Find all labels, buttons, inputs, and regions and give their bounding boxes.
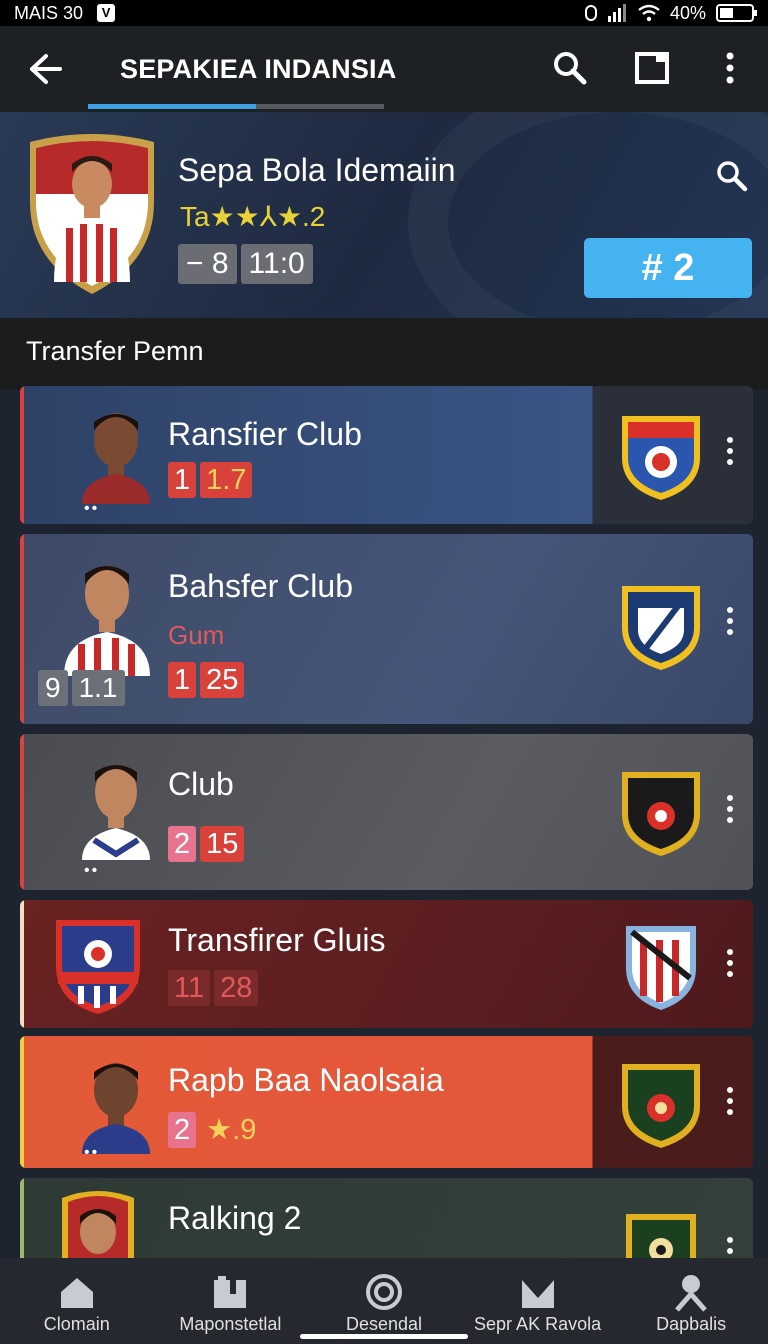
player-avatar (64, 566, 150, 676)
level-badge: 1.1 (71, 670, 125, 706)
row-title: Ralking 2 (168, 1200, 302, 1236)
nav-item-target[interactable]: Desendal (307, 1258, 461, 1344)
signal-icon (607, 4, 626, 22)
more-vert-icon[interactable] (725, 948, 735, 978)
more-vert-icon[interactable] (725, 794, 735, 824)
nav-label: Maponstetlal (179, 1314, 282, 1334)
chart-icon (521, 1280, 554, 1308)
search-icon[interactable] (712, 156, 752, 196)
club-crest-avatar (56, 920, 140, 1014)
level-badge: 9 (38, 670, 68, 706)
row-title: Rapb Baa Naolsaia (168, 1062, 444, 1098)
stat-badge: − 8 (178, 244, 237, 284)
row-title: Ransfier Club (168, 416, 362, 452)
list-item[interactable]: Ralking 2 (20, 1178, 753, 1258)
list-item[interactable]: 9 1.1 Bahsfer Club Gum 1 25 (20, 534, 753, 724)
row-subtitle: Gum (168, 620, 225, 650)
club-logo (622, 586, 700, 670)
row-badges: 1 1.7 (168, 462, 253, 498)
row-badge: 28 (214, 970, 259, 1006)
player-header: Sepa Bola Idemaiin Ta★★⅄★.2 − 8 11:0 # 2 (0, 112, 768, 318)
club-logo (622, 772, 700, 856)
stat-badge: 11:0 (240, 244, 313, 284)
player-avatar (82, 1063, 150, 1154)
player-name: Sepa Bola Idemaiin (178, 152, 456, 188)
back-arrow-icon[interactable] (20, 46, 66, 92)
row-title: Club (168, 766, 234, 802)
list-item[interactable]: •• Rapb Baa Naolsaia 2 ★.9 (20, 1036, 753, 1168)
bottom-nav: Clomain Maponstetlal Desendal Sepr AK Ra… (0, 1258, 768, 1344)
home-icon (60, 1278, 93, 1308)
section-header: Transfer Pemn (0, 318, 768, 390)
more-vert-icon[interactable] (725, 606, 735, 636)
row-badge: 11 (168, 970, 211, 1006)
battery-icon (716, 4, 757, 22)
list-item[interactable]: Transfirer Gluis 11 28 (20, 900, 753, 1028)
nav-label: Clomain (43, 1314, 110, 1334)
app-notification-icon: V (97, 4, 116, 22)
row-badge: 15 (200, 826, 245, 862)
window-icon[interactable] (630, 46, 674, 90)
list-item[interactable]: •• Club 2 15 (20, 734, 753, 890)
row-badges: 2 ★.9 (168, 1112, 262, 1148)
section-title: Transfer Pemn (26, 336, 204, 366)
row-title: Bahsfer Club (168, 568, 353, 604)
row-badges: 1 25 (168, 662, 245, 698)
wifi-icon (638, 4, 660, 22)
page-title: SEPAKIEA INDANSIA (120, 54, 397, 84)
row-title: Transfirer Gluis (168, 922, 386, 958)
player-stats: − 8 11:0 (178, 244, 313, 284)
player-level: 9 1.1 (38, 670, 125, 706)
row-dots: •• (84, 862, 100, 879)
row-dots: •• (84, 500, 100, 517)
player-crest-avatar (62, 1191, 134, 1258)
nav-item-profile[interactable]: Dapbalis (614, 1258, 768, 1344)
row-badge: 2 (168, 1112, 197, 1148)
home-indicator (300, 1334, 468, 1339)
player-avatar (82, 413, 150, 504)
row-badge: 1.7 (200, 462, 253, 498)
nav-item-home[interactable]: Clomain (0, 1258, 154, 1344)
nav-label: Sepr AK Ravola (474, 1314, 602, 1334)
row-badges: 2 15 (168, 826, 245, 862)
club-logo (622, 1064, 700, 1148)
nav-label: Desendal (345, 1314, 423, 1334)
row-badge: 2 (168, 826, 197, 862)
status-time: MAIS 30 (14, 2, 84, 23)
nav-item-stats[interactable]: Sepr AK Ravola (461, 1258, 615, 1344)
nav-label: Dapbalis (656, 1314, 727, 1334)
search-icon[interactable] (548, 46, 592, 90)
row-dots: •• (84, 1144, 100, 1161)
alarm-icon (584, 5, 597, 21)
row-badge: 1 (168, 662, 197, 698)
tab-indicator (88, 104, 384, 109)
app-bar: SEPAKIEA INDANSIA (0, 26, 768, 112)
battery-percent: 40% (669, 2, 706, 23)
nav-item-board[interactable]: Maponstetlal (154, 1258, 308, 1344)
more-vert-icon[interactable] (725, 1236, 735, 1258)
more-vert-icon[interactable] (725, 1086, 735, 1116)
player-crest-avatar (30, 134, 154, 294)
more-vert-icon[interactable] (725, 436, 735, 466)
rank-button[interactable]: # 2 (584, 238, 752, 298)
status-bar: MAIS 30 V 40% (0, 0, 768, 26)
row-badge: 25 (200, 662, 245, 698)
club-logo (626, 926, 696, 1010)
target-icon (365, 1274, 402, 1310)
club-logo (626, 1214, 696, 1258)
person-icon (675, 1275, 708, 1312)
player-rating: Ta★★⅄★.2 (180, 201, 326, 232)
player-avatar (82, 765, 150, 860)
list-item[interactable]: •• Ransfier Club 1 1.7 (20, 386, 753, 524)
row-badge: 1 (168, 462, 197, 498)
club-logo (622, 416, 700, 500)
board-icon (214, 1276, 247, 1308)
more-vert-icon[interactable] (708, 46, 752, 90)
row-badges: 11 28 (168, 970, 259, 1006)
row-badge: ★.9 (206, 1114, 257, 1146)
